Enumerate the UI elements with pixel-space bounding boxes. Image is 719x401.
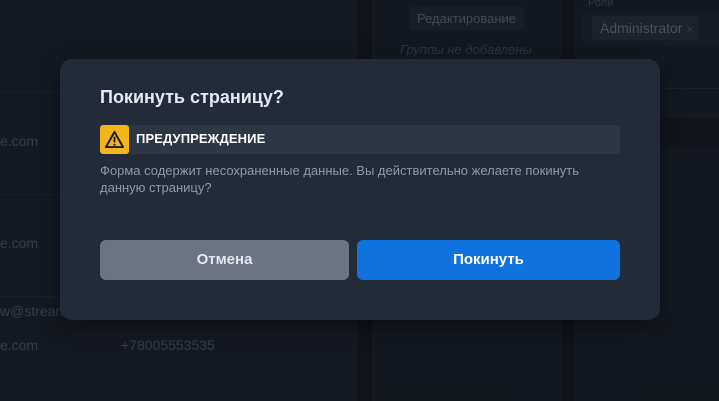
dialog-message: Форма содержит несохраненные данные. Вы … (100, 163, 580, 195)
warning-triangle-icon (100, 125, 129, 154)
leave-button[interactable]: Покинуть (357, 240, 620, 280)
leave-page-dialog: Покинуть страницу? ПРЕДУПРЕЖДЕНИЕ Форма … (60, 59, 660, 320)
cancel-button[interactable]: Отмена (100, 240, 349, 280)
dialog-title: Покинуть страницу? (100, 87, 284, 107)
warning-banner: ПРЕДУПРЕЖДЕНИЕ (100, 125, 620, 154)
warning-label: ПРЕДУПРЕЖДЕНИЕ (136, 131, 266, 146)
